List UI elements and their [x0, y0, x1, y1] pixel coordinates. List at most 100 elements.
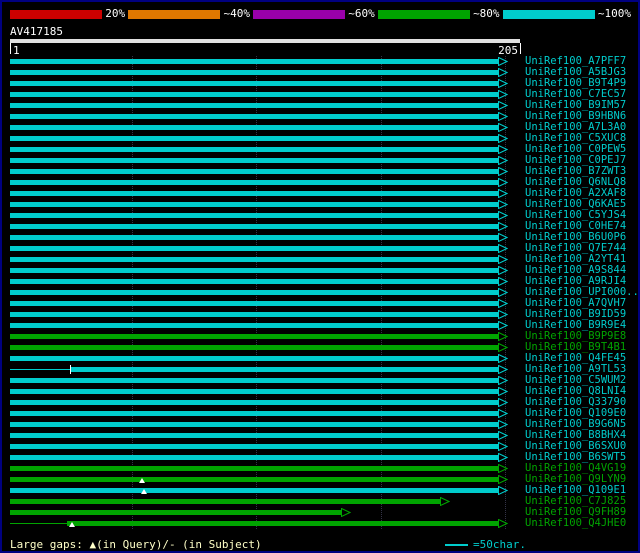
alignment-bar[interactable] — [10, 378, 498, 383]
alignment-bar-area[interactable] — [10, 56, 520, 67]
arrow-head-icon — [498, 57, 508, 66]
alignment-bar-area[interactable] — [10, 67, 520, 78]
alignment-bar-area[interactable] — [10, 265, 520, 276]
alignment-bar[interactable] — [10, 334, 498, 339]
alignment-bar[interactable] — [10, 202, 498, 207]
alignment-bar[interactable] — [10, 213, 498, 218]
alignment-bar[interactable] — [10, 180, 498, 185]
alignment-bar-area[interactable] — [10, 342, 520, 353]
alignment-bar-area[interactable] — [10, 430, 520, 441]
ruler: 1 205 — [10, 43, 522, 57]
similarity-scale: 20% ~40% ~60% ~80% ~100% — [10, 5, 634, 23]
alignment-bar[interactable] — [10, 510, 341, 515]
alignment-bar-area[interactable] — [10, 177, 520, 188]
alignment-bar-area[interactable] — [10, 188, 520, 199]
alignment-bar-area[interactable] — [10, 386, 520, 397]
alignment-bar-area[interactable] — [10, 144, 520, 155]
alignment-bar-area[interactable] — [10, 100, 520, 111]
subject-gap-line — [10, 523, 67, 524]
alignment-bar-area[interactable] — [10, 441, 520, 452]
alignment-bar[interactable] — [10, 246, 498, 251]
arrow-head-icon — [498, 266, 508, 275]
arrow-head-icon — [498, 167, 508, 176]
alignment-bar-area[interactable] — [10, 397, 520, 408]
alignment-bar[interactable] — [10, 477, 498, 482]
alignment-bar-area[interactable] — [10, 111, 520, 122]
alignment-bar[interactable] — [10, 400, 498, 405]
alignment-bar-area[interactable] — [10, 364, 520, 375]
alignment-bar[interactable] — [10, 433, 498, 438]
alignment-bar-area[interactable] — [10, 276, 520, 287]
alignment-bar[interactable] — [10, 488, 498, 493]
alignment-bar[interactable] — [10, 257, 498, 262]
arrow-head-icon — [498, 189, 508, 198]
alignment-bar-area[interactable] — [10, 463, 520, 474]
alignment-bar[interactable] — [10, 268, 498, 273]
alignment-bar[interactable] — [10, 125, 498, 130]
alignment-bar-area[interactable] — [10, 353, 520, 364]
alignment-bar-area[interactable] — [10, 485, 520, 496]
alignment-bar-area[interactable] — [10, 78, 520, 89]
alignment-bar-area[interactable] — [10, 254, 520, 265]
alignment-bar-area[interactable] — [10, 309, 520, 320]
alignment-bar[interactable] — [10, 169, 498, 174]
arrow-head-icon — [341, 508, 351, 517]
alignment-bar[interactable] — [70, 367, 498, 372]
alignment-bar[interactable] — [10, 290, 498, 295]
alignment-bar-area[interactable] — [10, 375, 520, 386]
alignment-bar-area[interactable] — [10, 507, 520, 518]
alignment-bar[interactable] — [10, 444, 498, 449]
alignment-bar-area[interactable] — [10, 221, 520, 232]
alignment-bar[interactable] — [10, 92, 498, 97]
alignment-bar-area[interactable] — [10, 419, 520, 430]
alignment-bar-area[interactable] — [10, 287, 520, 298]
hit-label[interactable]: UniRef100_Q4JHE0 — [525, 518, 626, 529]
alignment-bar-area[interactable] — [10, 320, 520, 331]
alignment-bar[interactable] — [10, 411, 498, 416]
alignment-bar-area[interactable] — [10, 133, 520, 144]
alignment-bar[interactable] — [10, 466, 498, 471]
scale-segment — [377, 9, 471, 19]
alignment-bar[interactable] — [10, 279, 498, 284]
alignment-bar[interactable] — [10, 499, 440, 504]
arrow-head-icon — [498, 288, 508, 297]
arrow-head-icon — [498, 134, 508, 143]
alignment-bar[interactable] — [10, 312, 498, 317]
alignment-bar-area[interactable] — [10, 232, 520, 243]
alignment-bar[interactable] — [10, 224, 498, 229]
alignment-bar[interactable] — [10, 191, 498, 196]
alignment-bar[interactable] — [10, 422, 498, 427]
alignment-bar-area[interactable] — [10, 298, 520, 309]
alignment-bar-area[interactable] — [10, 89, 520, 100]
alignment-bar[interactable] — [10, 136, 498, 141]
arrow-head-icon — [498, 222, 508, 231]
alignment-bar-area[interactable] — [10, 210, 520, 221]
alignment-bar[interactable] — [10, 70, 498, 75]
alignment-bar[interactable] — [10, 114, 498, 119]
alignment-bar[interactable] — [10, 147, 498, 152]
alignment-bar-area[interactable] — [10, 518, 520, 529]
alignment-bar[interactable] — [10, 59, 498, 64]
alignment-bar[interactable] — [10, 235, 498, 240]
alignment-bar[interactable] — [10, 455, 498, 460]
alignment-bar-area[interactable] — [10, 331, 520, 342]
alignment-bar[interactable] — [10, 356, 498, 361]
alignment-bar-area[interactable] — [10, 496, 520, 507]
alignment-bar[interactable] — [10, 158, 498, 163]
alignment-bar[interactable] — [10, 323, 498, 328]
alignment-bar-area[interactable] — [10, 474, 520, 485]
alignment-bar-area[interactable] — [10, 243, 520, 254]
alignment-bar-area[interactable] — [10, 166, 520, 177]
alignment-bar[interactable] — [10, 81, 498, 86]
alignment-bar-area[interactable] — [10, 452, 520, 463]
alignment-bar[interactable] — [67, 521, 498, 526]
alignment-bar[interactable] — [10, 389, 498, 394]
alignment-bar-area[interactable] — [10, 155, 520, 166]
alignment-bar-area[interactable] — [10, 122, 520, 133]
alignment-bar[interactable] — [10, 103, 498, 108]
alignment-bar-area[interactable] — [10, 199, 520, 210]
alignment-bar[interactable] — [10, 345, 498, 350]
alignment-bar-area[interactable] — [10, 408, 520, 419]
alignment-row: UniRef100_Q4JHE0 — [10, 518, 638, 529]
alignment-bar[interactable] — [10, 301, 498, 306]
